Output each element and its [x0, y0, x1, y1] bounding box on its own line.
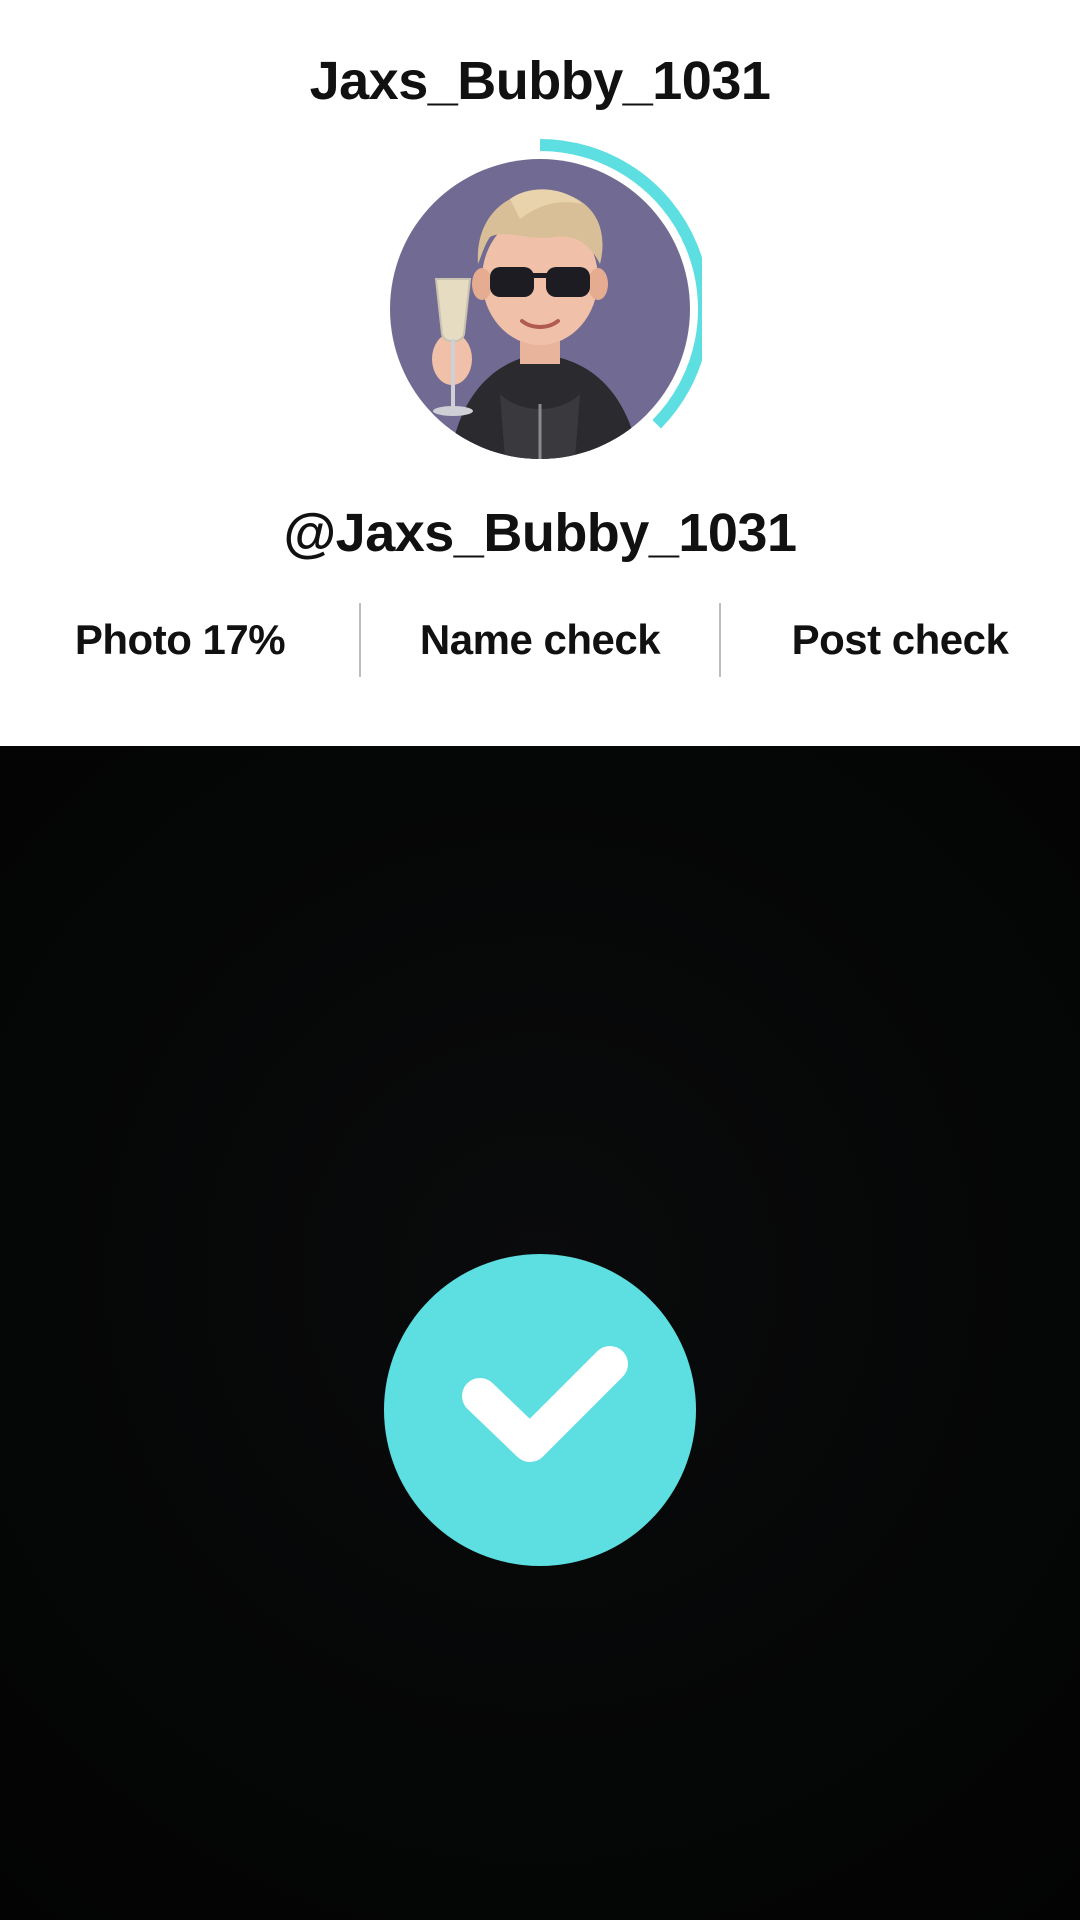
post-check-label: Post check: [791, 616, 1009, 663]
verification-checks: Photo 17% Name check Post check: [0, 603, 1080, 677]
name-check-label: Name check: [419, 616, 661, 663]
username-title: Jaxs_Bubby_1031: [309, 51, 771, 111]
verification-screen: Jaxs_Bubby_1031 @Jaxs_Bubby_1031 Photo 1…: [0, 0, 1080, 1920]
divider: [719, 603, 721, 677]
checkmark-icon: [462, 1346, 628, 1462]
avatar-icon: [390, 159, 690, 459]
profile-handle: @Jaxs_Bubby_1031: [283, 503, 797, 563]
divider: [359, 603, 361, 677]
photo-check-label: Photo 17%: [74, 616, 286, 663]
confirm-button[interactable]: [384, 1254, 696, 1566]
avatar-progress: [378, 131, 702, 461]
avatar[interactable]: [390, 159, 690, 459]
profile-panel: Jaxs_Bubby_1031 @Jaxs_Bubby_1031 Photo 1…: [0, 0, 1080, 746]
